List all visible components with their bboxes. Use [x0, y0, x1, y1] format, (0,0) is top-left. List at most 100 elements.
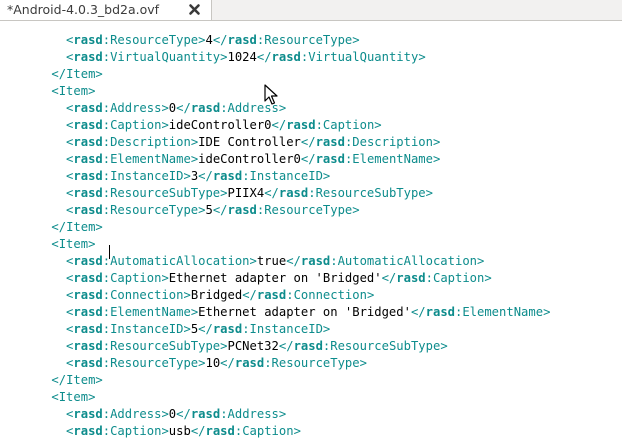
code-line: <rasd:Description>IDE Controller</rasd:D…	[66, 135, 441, 149]
tag-prefix: rasd	[425, 305, 455, 319]
tag-prefix: rasd	[227, 33, 257, 47]
close-icon[interactable]	[188, 3, 201, 16]
tag-name: :Caption	[315, 118, 375, 132]
tag-prefix: rasd	[73, 118, 103, 132]
code-line: <rasd:Caption>usb</rasd:Caption>	[66, 424, 301, 438]
tag-name: :AutomaticAllocation	[330, 254, 477, 268]
tag-name: :ResourceType	[256, 203, 353, 217]
code-line: <rasd:Caption>ideController0</rasd:Capti…	[66, 118, 382, 132]
tag-name: :Caption	[234, 424, 294, 438]
text-caret	[109, 245, 110, 259]
tag-prefix: rasd	[271, 50, 301, 64]
tag-prefix: rasd	[234, 356, 265, 370]
editor-tab[interactable]: *Android-4.0.3_bd2a.ovf	[0, 0, 212, 20]
element-value: Ethernet adapter on 'Bridged'	[168, 271, 382, 285]
tag-name: :ResourceType	[102, 203, 199, 217]
tag-prefix: rasd	[293, 339, 323, 353]
tag-prefix: rasd	[73, 33, 103, 47]
tag-prefix: rasd	[73, 339, 103, 353]
tag-name: :ResourceType	[102, 356, 199, 370]
element-value: 5	[205, 203, 213, 217]
tag-prefix: rasd	[73, 424, 103, 438]
tag-name: :Connection	[286, 288, 367, 302]
tag-prefix: rasd	[286, 118, 316, 132]
tag-name: :InstanceID	[242, 322, 323, 336]
code-line: <Item>	[51, 390, 96, 404]
tag-name: Item	[66, 220, 96, 234]
tag-prefix: rasd	[73, 271, 103, 285]
mouse-pointer-icon	[264, 84, 278, 105]
tag-prefix: rasd	[73, 288, 103, 302]
tag-prefix: rasd	[396, 271, 426, 285]
tag-prefix: rasd	[73, 135, 103, 149]
element-value: 4	[205, 33, 213, 47]
tag-prefix: rasd	[256, 288, 287, 302]
tag-prefix: rasd	[212, 169, 243, 183]
tag-prefix: rasd	[205, 424, 235, 438]
element-value: ideController0	[198, 152, 301, 166]
tag-name: :ResourceSubType	[322, 339, 441, 353]
code-line: <rasd:AutomaticAllocation>true</rasd:Aut…	[66, 254, 485, 268]
tag-name: :VirtualQuantity	[300, 50, 419, 64]
tag-prefix: rasd	[73, 169, 103, 183]
tag-name: :Address	[102, 407, 162, 421]
element-value: Ethernet adapter on 'Bridged'	[198, 305, 411, 319]
code-line: <rasd:Address>0</rasd:Address>	[66, 407, 287, 421]
tag-name: Item	[58, 390, 89, 404]
tag-name: :ElementName	[455, 305, 544, 319]
tag-name: :ResourceType	[102, 33, 199, 47]
tag-name: :ElementName	[344, 152, 433, 166]
tag-name: :ResourceSubType	[102, 186, 221, 200]
code-line: <rasd:ResourceSubType>PIIX4</rasd:Resour…	[66, 186, 433, 200]
element-value: Bridged	[190, 288, 243, 302]
tag-name: :AutomaticAllocation	[102, 254, 250, 268]
code-line: <rasd:Connection>Bridged</rasd:Connectio…	[66, 288, 375, 302]
tag-name: :ResourceType	[264, 356, 360, 370]
tag-prefix: rasd	[315, 135, 345, 149]
code-line: <rasd:InstanceID>3</rasd:InstanceID>	[66, 169, 331, 183]
code-line: <rasd:ElementName>Ethernet adapter on 'B…	[66, 305, 551, 319]
tag-name: :Address	[220, 407, 279, 421]
tag-name: Item	[66, 373, 96, 387]
tag-prefix: rasd	[212, 322, 243, 336]
tag-name: :Caption	[425, 271, 485, 285]
tag-prefix: rasd	[73, 203, 103, 217]
tag-name: :Connection	[102, 288, 184, 302]
tag-name: :InstanceID	[102, 169, 184, 183]
code-line: <rasd:Address>0</rasd:Address>	[66, 101, 287, 115]
tag-name: :Caption	[102, 118, 162, 132]
tag-prefix: rasd	[73, 322, 103, 336]
element-value: PIIX4	[227, 186, 265, 200]
code-line: <Item>	[51, 84, 96, 98]
code-line: <Item>	[51, 237, 96, 251]
tag-name: Item	[66, 67, 96, 81]
tag-prefix: rasd	[315, 152, 345, 166]
tag-name: :Description	[102, 135, 191, 149]
tag-prefix: rasd	[73, 50, 103, 64]
tag-prefix: rasd	[300, 254, 331, 268]
tag-name: :Description	[344, 135, 433, 149]
element-value: usb	[168, 424, 191, 438]
tab-title: *Android-4.0.3_bd2a.ovf	[7, 2, 160, 17]
code-line: </Item>	[51, 373, 103, 387]
tag-prefix: rasd	[73, 152, 103, 166]
tag-name: Item	[58, 84, 89, 98]
code-line: <rasd:VirtualQuantity>1024</rasd:Virtual…	[66, 50, 426, 64]
code-line: </Item>	[51, 67, 103, 81]
tag-name: :Address	[102, 101, 162, 115]
code-line: <rasd:ResourceSubType>PCNet32</rasd:Reso…	[66, 339, 448, 353]
code-line: </Item>	[51, 220, 103, 234]
tag-name: :VirtualQuantity	[102, 50, 221, 64]
tag-prefix: rasd	[73, 407, 103, 421]
tag-name: :InstanceID	[242, 169, 323, 183]
element-value: PCNet32	[227, 339, 279, 353]
tag-prefix: rasd	[73, 254, 103, 268]
element-value: 10	[205, 356, 221, 370]
code-line: <rasd:InstanceID>5</rasd:InstanceID>	[66, 322, 331, 336]
code-line: <rasd:ElementName>ideController0</rasd:E…	[66, 152, 441, 166]
element-value: true	[256, 254, 287, 268]
code-line: <rasd:Caption>Ethernet adapter on 'Bridg…	[66, 271, 492, 285]
element-value: IDE Controller	[198, 135, 301, 149]
xml-editor[interactable]: <rasd:ResourceType>4</rasd:ResourceType>…	[0, 21, 622, 445]
tag-prefix: rasd	[73, 305, 103, 319]
